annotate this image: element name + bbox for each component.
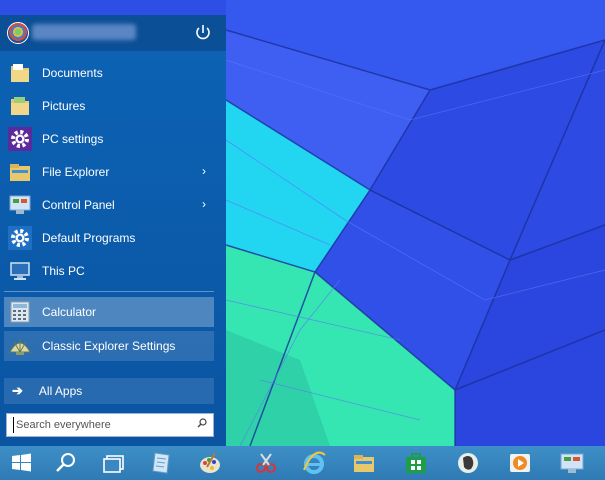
all-apps-label: All Apps xyxy=(38,384,83,398)
file-explorer-icon xyxy=(8,160,32,184)
taskbar-internet-explorer-button[interactable] xyxy=(292,446,336,480)
menu-item-label: Control Panel xyxy=(42,198,115,212)
menu-item-file-explorer[interactable]: File Explorer › xyxy=(4,157,214,187)
menu-item-label: Default Programs xyxy=(42,231,136,245)
menu-item-label: Documents xyxy=(42,66,103,80)
arrow-right-icon: ➔ xyxy=(12,383,23,398)
control-panel-icon xyxy=(560,453,584,473)
taskbar-store-button[interactable] xyxy=(394,446,438,480)
media-player-icon xyxy=(510,454,530,472)
menu-item-label: Pictures xyxy=(42,99,86,113)
menu-separator xyxy=(4,291,214,292)
evernote-icon xyxy=(458,453,478,473)
menu-item-label: Classic Explorer Settings xyxy=(42,339,176,353)
paint-icon xyxy=(200,452,220,473)
menu-item-pc-settings[interactable]: PC settings xyxy=(4,124,214,154)
menu-item-control-panel[interactable]: Control Panel › xyxy=(4,190,214,220)
menu-item-label: File Explorer xyxy=(42,165,110,179)
default-programs-gear-icon xyxy=(8,226,32,250)
taskbar xyxy=(0,446,605,480)
store-icon xyxy=(406,453,426,473)
menu-item-this-pc[interactable]: This PC xyxy=(4,256,214,286)
all-apps-button[interactable]: ➔ All Apps xyxy=(4,378,214,404)
this-pc-icon xyxy=(8,259,32,283)
menu-item-label: This PC xyxy=(42,264,85,278)
pictures-folder-icon xyxy=(8,94,32,118)
control-panel-icon xyxy=(8,193,32,217)
user-name-blurred xyxy=(32,24,136,40)
taskbar-file-explorer-button[interactable] xyxy=(342,446,386,480)
pc-settings-gear-icon xyxy=(8,127,32,151)
taskbar-search-button[interactable] xyxy=(44,446,88,480)
start-button[interactable] xyxy=(0,446,44,480)
submenu-arrow-icon: › xyxy=(202,197,206,211)
start-menu-header xyxy=(0,15,226,51)
windows-start-icon xyxy=(12,453,31,472)
taskbar-notepad-button[interactable] xyxy=(140,446,184,480)
user-avatar[interactable] xyxy=(7,22,29,44)
taskbar-paint-button[interactable] xyxy=(188,446,232,480)
classic-shell-icon xyxy=(8,334,32,358)
menu-item-pictures[interactable]: Pictures xyxy=(4,91,214,121)
documents-folder-icon xyxy=(8,61,32,85)
menu-item-classic-explorer-settings[interactable]: Classic Explorer Settings xyxy=(4,331,214,361)
taskbar-control-panel-button[interactable] xyxy=(550,446,594,480)
taskbar-media-player-button[interactable] xyxy=(498,446,542,480)
search-input[interactable] xyxy=(13,417,186,433)
taskbar-snipping-tool-button[interactable] xyxy=(244,446,288,480)
taskbar-evernote-button[interactable] xyxy=(446,446,490,480)
file-explorer-icon xyxy=(354,455,374,472)
internet-explorer-icon xyxy=(303,451,326,474)
notepad-icon xyxy=(152,452,170,474)
search-icon xyxy=(56,453,75,472)
submenu-arrow-icon: › xyxy=(202,164,206,178)
task-view-icon xyxy=(103,455,124,473)
power-button[interactable] xyxy=(193,23,213,43)
search-icon[interactable] xyxy=(197,418,207,428)
start-menu: Documents Pictures PC settings File Expl… xyxy=(0,15,226,446)
menu-item-label: Calculator xyxy=(42,305,97,319)
snipping-tool-icon xyxy=(256,453,276,473)
menu-item-calculator[interactable]: Calculator xyxy=(4,297,214,327)
menu-item-label: PC settings xyxy=(42,132,104,146)
task-view-button[interactable] xyxy=(92,446,136,480)
menu-item-documents[interactable]: Documents xyxy=(4,58,214,88)
power-icon xyxy=(196,25,210,40)
calculator-icon xyxy=(8,300,32,324)
search-box xyxy=(6,413,214,437)
menu-item-default-programs[interactable]: Default Programs xyxy=(4,223,214,253)
